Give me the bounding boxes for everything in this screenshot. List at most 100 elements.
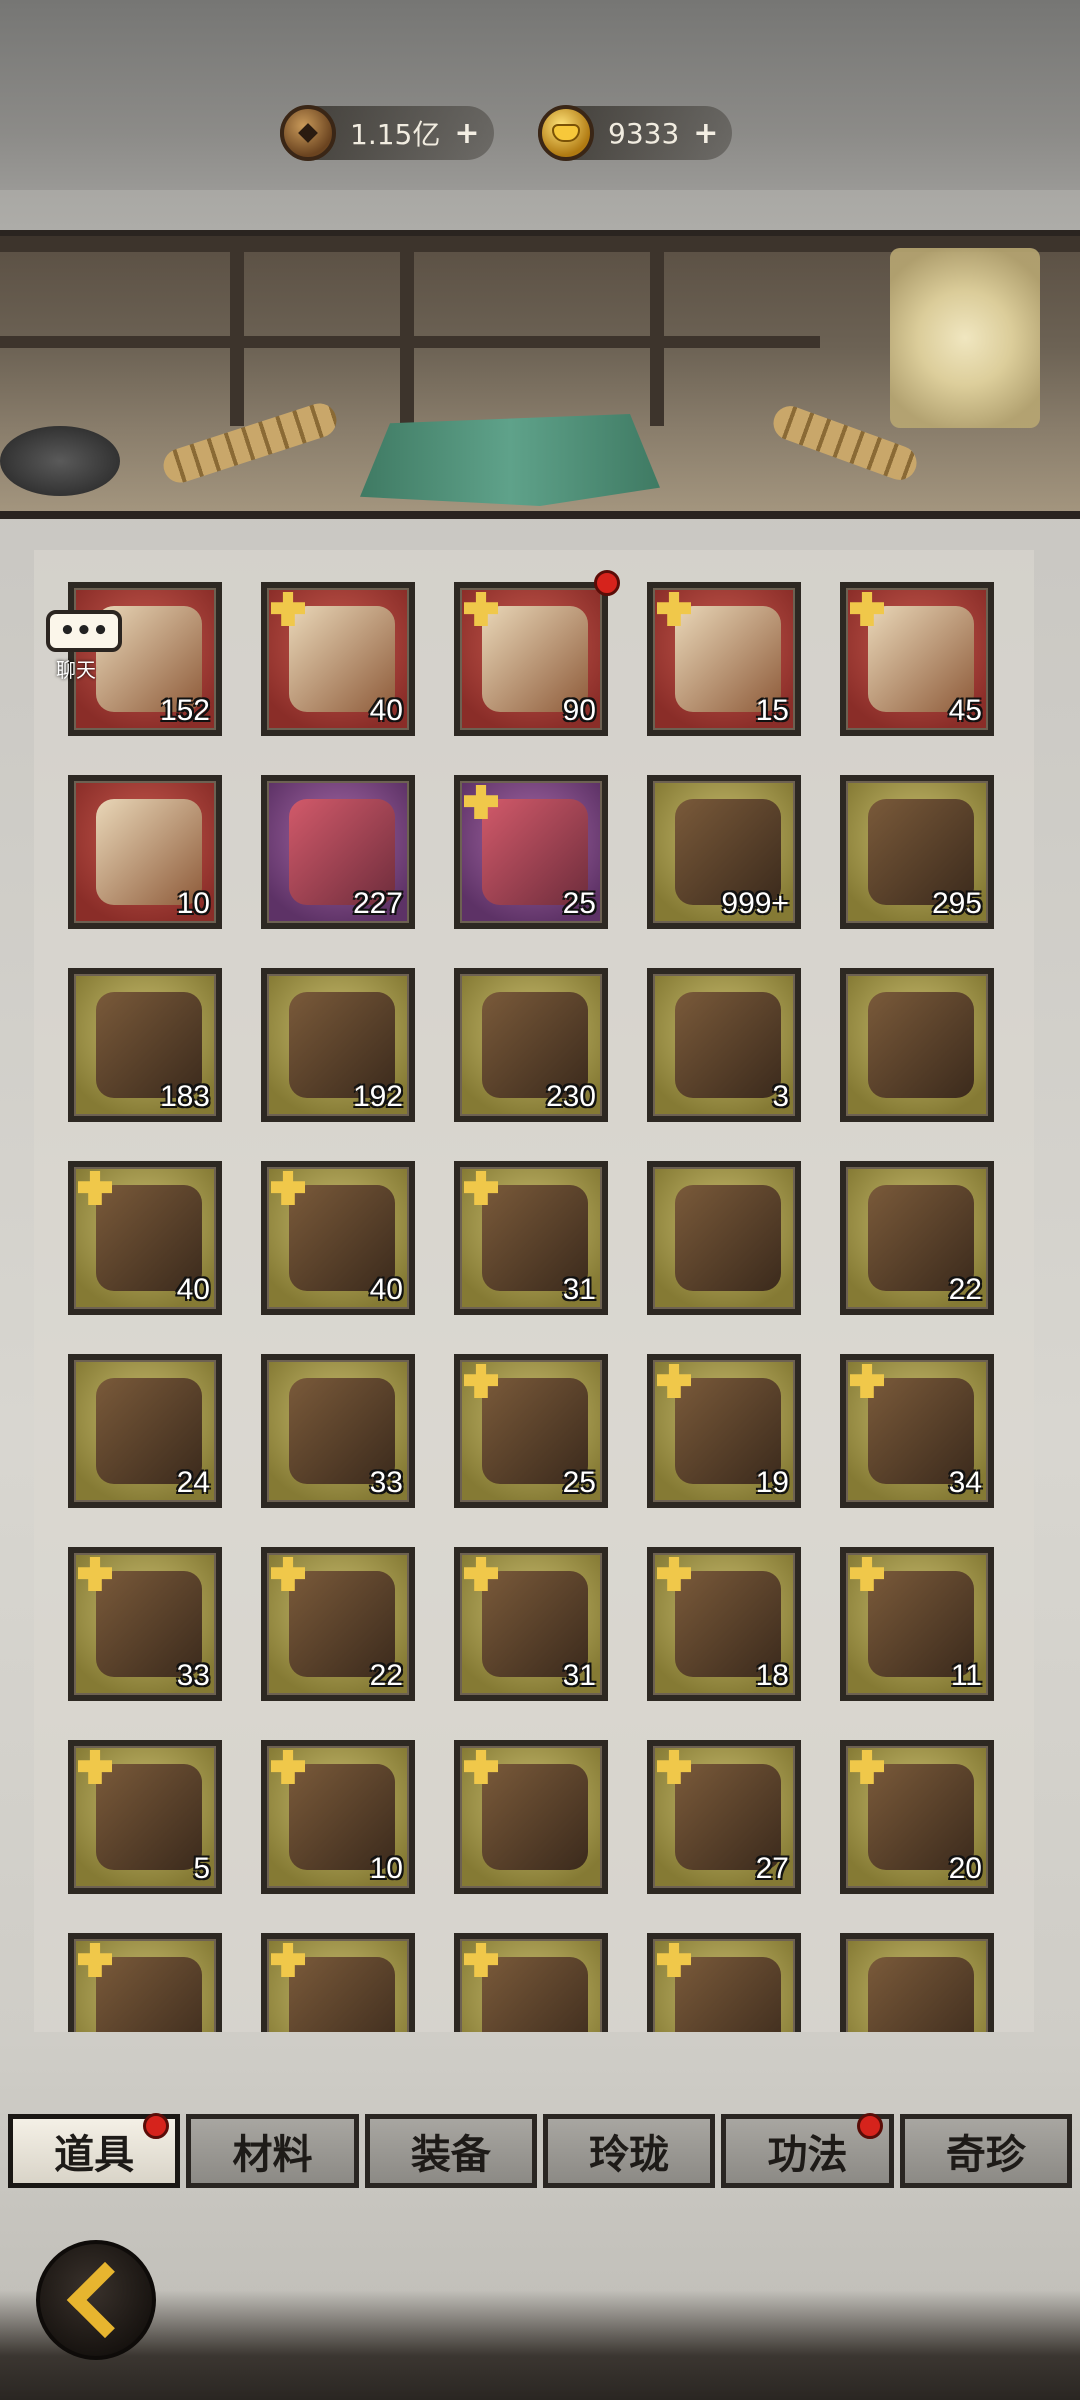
category-tabs: 道具 材料 装备 玲珑 功法 奇珍	[8, 2113, 1072, 2188]
tab-label: 道具	[54, 2131, 135, 2178]
item-art-icon	[675, 1185, 781, 1291]
item-slot[interactable]: 3	[647, 968, 801, 1122]
item-slot[interactable]	[840, 1933, 994, 2032]
tab-4[interactable]: 功法	[721, 2113, 894, 2188]
item-slot[interactable]: 10	[68, 775, 222, 929]
item-slot[interactable]: 31	[454, 1161, 608, 1315]
chat-label: 聊天	[56, 658, 96, 682]
item-count: 183	[159, 1080, 210, 1113]
copper-add-button[interactable]: +	[454, 116, 479, 151]
copper-coin-icon	[280, 105, 336, 161]
item-slot[interactable]: 24	[68, 1354, 222, 1508]
item-slot[interactable]: 19	[647, 1354, 801, 1508]
plate-icon	[0, 426, 120, 496]
item-count: 22	[369, 1659, 403, 1692]
item-count: 90	[562, 694, 596, 727]
item-slot[interactable]: 40	[261, 582, 415, 736]
tab-label: 玲珑	[589, 2131, 670, 2178]
item-count: 25	[562, 1466, 596, 1499]
item-count: 20	[948, 1852, 982, 1885]
gold-add-button[interactable]: +	[693, 116, 718, 151]
item-count: 999+	[721, 887, 789, 920]
scroll-icon	[159, 399, 341, 487]
tab-0[interactable]: 道具	[8, 2113, 181, 2188]
item-art-icon	[96, 1957, 202, 2032]
item-slot[interactable]: 192	[261, 968, 415, 1122]
item-count: 27	[755, 1852, 789, 1885]
chat-bubble-icon: •••	[46, 610, 122, 652]
item-art-icon	[675, 1957, 781, 2032]
item-count: 11	[950, 1659, 982, 1692]
item-count: 34	[948, 1466, 982, 1499]
inventory-banner	[0, 230, 1080, 519]
item-slot[interactable]: 5	[68, 1740, 222, 1894]
item-slot[interactable]: 25	[454, 1354, 608, 1508]
tab-label: 装备	[410, 2131, 491, 2178]
item-slot[interactable]	[68, 1933, 222, 2032]
item-slot[interactable]	[454, 1740, 608, 1894]
tab-2[interactable]: 装备	[364, 2114, 537, 2188]
item-slot[interactable]: 40	[68, 1161, 222, 1315]
item-slot[interactable]: 11	[840, 1547, 994, 1701]
tab-3[interactable]: 玲珑	[542, 2114, 716, 2188]
item-slot[interactable]: 295	[840, 775, 994, 929]
back-arrow-icon	[66, 2261, 144, 2339]
notification-dot	[856, 2113, 883, 2139]
item-slot[interactable]: 20	[840, 1740, 994, 1894]
item-count: 227	[352, 887, 403, 920]
inventory-panel: 152 40 90 15 45 10 227 25 999+ 295 183 192 230 3 40 40 3…	[34, 550, 1034, 2032]
item-art-icon	[96, 1764, 202, 1870]
item-count: 10	[176, 887, 210, 920]
item-slot[interactable]: 183	[68, 968, 222, 1122]
copper-currency[interactable]: 1.15亿 +	[280, 105, 494, 161]
chat-button[interactable]: ••• 聊天	[46, 610, 128, 690]
item-count: 192	[352, 1080, 403, 1113]
item-slot[interactable]: 10	[261, 1740, 415, 1894]
item-slot[interactable]: 18	[647, 1547, 801, 1701]
item-count: 24	[176, 1466, 210, 1499]
item-count: 5	[193, 1852, 210, 1885]
tab-5[interactable]: 奇珍	[899, 2114, 1072, 2188]
item-slot[interactable]: 40	[261, 1161, 415, 1315]
item-slot[interactable]: 22	[261, 1547, 415, 1701]
item-slot[interactable]: 31	[454, 1547, 608, 1701]
ink-landscape	[0, 2290, 1080, 2400]
item-slot[interactable]: 90	[454, 582, 608, 736]
tab-label: 奇珍	[945, 2131, 1026, 2178]
back-button[interactable]	[36, 2240, 156, 2360]
item-slot[interactable]: 15	[647, 582, 801, 736]
tab-1[interactable]: 材料	[186, 2114, 359, 2188]
lamp-icon	[890, 248, 1040, 428]
item-art-icon	[868, 1957, 974, 2032]
item-slot[interactable]: 227	[261, 775, 415, 929]
item-slot[interactable]: 45	[840, 582, 994, 736]
item-count: 18	[755, 1659, 789, 1692]
item-slot[interactable]: 33	[68, 1547, 222, 1701]
item-art-icon	[289, 1957, 395, 2032]
gold-ingot-icon	[538, 105, 594, 161]
item-slot[interactable]	[647, 1933, 801, 2032]
item-art-icon	[482, 1764, 588, 1870]
gold-currency[interactable]: 9333 +	[538, 105, 733, 161]
item-slot[interactable]: 22	[840, 1161, 994, 1315]
item-slot[interactable]	[840, 968, 994, 1122]
item-count: 295	[931, 887, 982, 920]
item-slot[interactable]	[261, 1933, 415, 2032]
item-slot[interactable]: 230	[454, 968, 608, 1122]
item-art-icon	[675, 992, 781, 1098]
item-slot[interactable]: 34	[840, 1354, 994, 1508]
item-count: 25	[562, 887, 596, 920]
item-art-icon	[482, 1957, 588, 2032]
item-slot[interactable]	[647, 1161, 801, 1315]
item-count: 10	[369, 1852, 403, 1885]
copper-value: 1.15亿	[350, 118, 441, 151]
item-slot[interactable]: 33	[261, 1354, 415, 1508]
item-slot[interactable]: 27	[647, 1740, 801, 1894]
shelf-post-left	[230, 236, 244, 426]
currency-bar: 1.15亿 + 9333 +	[0, 0, 1080, 190]
item-slot[interactable]: 25	[454, 775, 608, 929]
item-count: 40	[369, 694, 403, 727]
item-slot[interactable]: 999+	[647, 775, 801, 929]
item-slot[interactable]	[454, 1933, 608, 2032]
shelf-post-mid	[400, 236, 414, 426]
